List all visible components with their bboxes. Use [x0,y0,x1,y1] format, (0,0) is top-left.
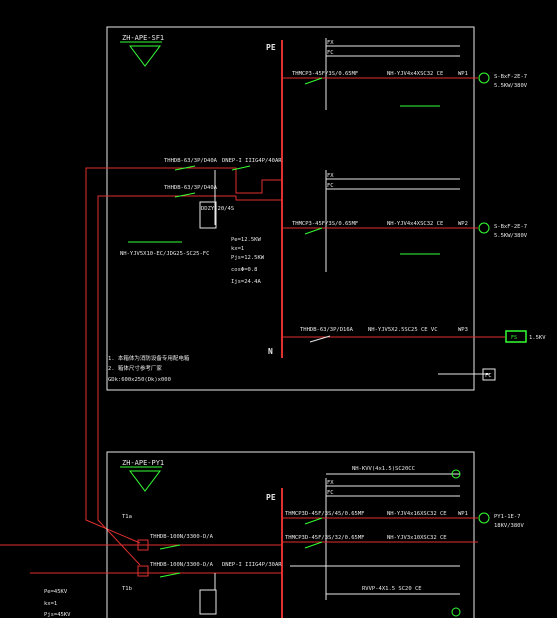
panel1-calc-pe: Pe=12.5KW [231,237,261,243]
panel1-id-triangle [129,45,161,67]
panel1-meter-label: DDZY-20/4S [201,206,234,212]
panel2-spd: DNEP-I IIIG4P/30AR [222,562,282,568]
p2-feeder2-switch [304,541,323,549]
panel1-n-label: N [268,347,273,356]
panel2-calc-pe: Pe=45KV [44,589,68,595]
p2-feeder2-breaker: THMCP3D-45F/3S/32/0.65MF [285,535,364,541]
panel2-breaker-a: THHDB-100N/3300-D/A [150,534,214,540]
feeder3-rating: 1.5KV [529,335,546,341]
panel1-calc-pjs: Pjs=12.5KW [231,255,265,261]
feeder2-cable: NH-YJV4x4XSC32 CE [387,221,443,227]
feeder3-load-label: FS [511,335,517,341]
panel1-group: ZH-APE-SF1 PE N THHDB-63/3P/D40A DNEP-I … [85,26,546,566]
panel1-main-breaker-label: THHDB-63/3P/D40A [164,158,218,164]
panel2-group: ZH-APE-PY1 PE T1a T1b THHDB-100N/3300-D/… [0,451,524,618]
panel1-spd-label: DNEP-I IIIG4P/40AR [222,158,282,164]
panel1-calc-kx: kx=1 [231,246,244,252]
feeder1-cable: NH-YJV4x4XSC32 CE [387,71,443,77]
panel1-note-3: GDk:600x250(Dk)x000 [108,377,171,383]
feeder2-rating: 5.5KW/380V [494,233,528,239]
feeder1-switch [304,77,323,85]
feeder1-fx-label: FX [327,40,334,46]
p2-feeder2-cable: NH-YJV3x10XSC32 CE [387,535,447,541]
panel2-calc-pjs: Pjs=45KV [44,612,71,618]
feeder2-fc-label: FC [327,183,334,189]
panel1-note-1: 1. 本箱体为消防设备专用配电箱 [108,354,190,362]
feeder3-circuit: WP3 [458,327,468,333]
panel2-tag-b-box [137,565,149,577]
panel1-frame [106,26,475,391]
feeder1-circuit: WP1 [458,71,468,77]
panel1-id: ZH-APE-SF1 [122,34,164,42]
p2-feeder1-cable: NH-YJV4x16XSC32 CE [387,511,447,517]
feeder2-load: S-BxF-2E-7 [494,224,527,230]
panel2-tag-a: T1a [122,514,132,520]
fc-box-label: FC [485,373,492,379]
feeder1-rating: 5.5KW/380V [494,83,528,89]
panel1-isolator-label: THHDB-63/3P/D40A [164,185,218,191]
panel1-calc-ijs: Ijs=24.4A [231,279,261,285]
panel2-meter-box [199,589,217,615]
panel1-input-cable: NH-YJV5X10-EC/JDG25-SC25-FC [120,251,209,257]
panel2-tag-b: T1b [122,586,132,592]
p2-feeder1-breaker: THMCP3D-45F/3S/45/0.65MF [285,511,364,517]
p2-feeder1-rating: 18KV/380V [494,523,524,529]
panel1-feeder-2: FX FC THMCP3-45F/3S/0.65MF NH-YJV4x4XSC3… [282,170,528,272]
panel2-id-triangle [129,470,161,492]
panel2-switch-a [159,544,181,550]
feeder1-motor-icon [478,72,490,84]
feeder3-breaker: THHDB-63/3P/D16A [300,327,354,333]
p2-feeder3-icon [451,607,461,617]
p2-feeder1-motor-icon [478,512,490,524]
p2-feeder1-fc-label: FC [327,490,334,496]
panel1-note-2: 2. 箱体尺寸参考厂家 [108,364,162,372]
feeder2-fx-label: FX [327,173,334,179]
panel2-calc-kx: kx=1 [44,601,57,607]
feeder3-cable: NH-YJV5X2.5SC25 CE VC [368,327,438,333]
panel2-switch-b [159,572,181,578]
cad-drawing: ZH-APE-SF1 PE N THHDB-63/3P/D40A DNEP-I … [0,26,546,618]
feeder2-breaker: THMCP3-45F/3S/0.65MF [292,221,358,227]
panel1-feeder-1: FX FC THMCP3-45F/3S/0.65MF NH-YJV4x4XSC3… [282,38,528,110]
p2-feeder1-load: PY1-1E-7 [494,514,521,520]
feeder2-switch [304,227,323,235]
feeder1-load: S-BxF-2E-7 [494,74,527,80]
panel2-pe-label: PE [266,493,276,502]
p2-feeder1-fx-label: FX [327,480,334,486]
feeder1-fc-label: FC [327,50,334,56]
feeder2-circuit: WP2 [458,221,468,227]
p2-feeder1-switch [304,517,323,525]
panel1-pe-label: PE [266,43,276,52]
panel1-calc-cos: cosΦ=0.8 [231,267,258,273]
panel1-feeder-3: THHDB-63/3P/D16A NH-YJV5X2.5SC25 CE VC W… [282,327,546,343]
panel2-signal-cable: NH-KVV(4x1.5)SC20CC [352,466,415,472]
p2-feeder3-cable: RVVP-4X1.5 SC20 CE [362,586,422,592]
feeder1-breaker: THMCP3-45F/3S/0.65MF [292,71,358,77]
feeder2-motor-icon [478,222,490,234]
panel2-breaker-b: THHDB-100N/3300-D/A [150,562,214,568]
p2-feeder1-circuit: WP1 [458,511,468,517]
panel2-id: ZH-APE-PY1 [122,459,164,467]
